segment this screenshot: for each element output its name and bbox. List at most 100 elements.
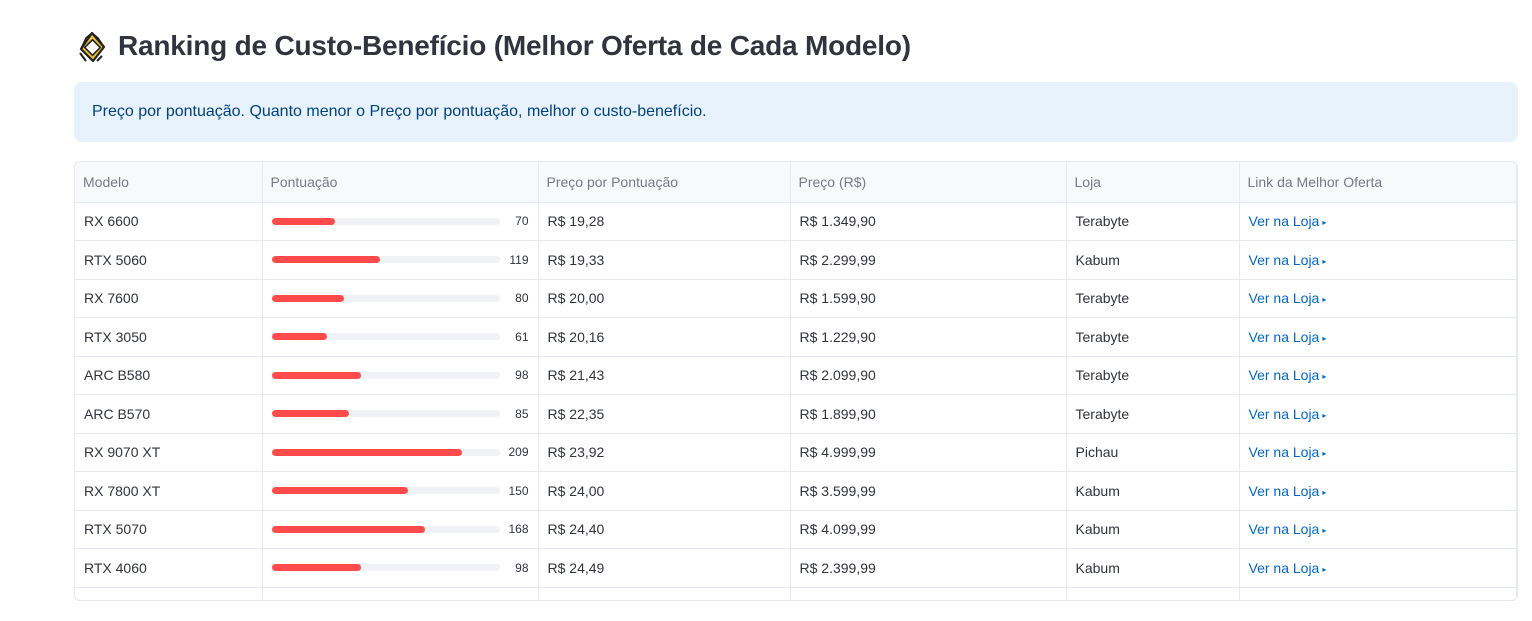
page-title: Ranking de Custo-Benefício (Melhor Ofert…	[118, 30, 911, 61]
store-cell: Kabum	[1066, 548, 1240, 588]
store-link[interactable]: Ver na Loja	[1249, 329, 1320, 345]
store-link[interactable]: Ver na Loja	[1249, 367, 1320, 383]
link-cell: Ver na Loja ▸	[1239, 510, 1517, 549]
score-bar	[271, 410, 500, 418]
score-value: 168	[508, 522, 529, 537]
partial-cell	[538, 587, 791, 600]
store-link[interactable]: Ver na Loja	[1249, 406, 1320, 422]
store-link[interactable]: Ver na Loja	[1249, 213, 1320, 229]
column-header-pontuacao[interactable]: Pontuação	[262, 162, 539, 203]
link-cell: Ver na Loja ▸	[1239, 317, 1517, 357]
model-cell: RX 6600	[75, 202, 263, 241]
score-bar-fill	[271, 525, 425, 533]
price-per-score-cell: R$ 19,28	[538, 202, 791, 241]
store-link[interactable]: Ver na Loja	[1249, 560, 1320, 576]
arrow-right-icon: ▸	[1322, 218, 1327, 228]
score-value: 98	[515, 368, 529, 383]
model-cell: RX 7800 XT	[75, 471, 263, 511]
score-value: 85	[515, 406, 529, 421]
link-cell: Ver na Loja ▸	[1239, 356, 1517, 395]
table-row[interactable]: RTX 5060 119 R$ 19,33 R$ 2.299,99 Kabum Ver n…	[75, 240, 1517, 280]
arrow-right-icon: ▸	[1322, 526, 1327, 536]
store-cell: Kabum	[1066, 510, 1240, 549]
price-cell: R$ 4.099,99	[790, 510, 1067, 549]
score-cell: 61	[262, 317, 539, 357]
table-header-row: Modelo Pontuação Preço por Pontuação Pre…	[75, 162, 1517, 203]
store-cell: Pichau	[1066, 433, 1240, 472]
column-header-preco-por-pontuacao[interactable]: Preço por Pontuação	[538, 162, 791, 203]
score-cell: 119	[262, 240, 539, 280]
score-bar-fill	[271, 217, 336, 225]
partial-cell	[262, 587, 539, 600]
store-link[interactable]: Ver na Loja	[1249, 483, 1320, 499]
arrow-right-icon: ▸	[1322, 372, 1327, 382]
column-header-modelo[interactable]: Modelo	[75, 162, 263, 203]
score-value: 70	[515, 214, 529, 229]
model-cell: RTX 5060	[75, 240, 263, 280]
table-row[interactable]: RX 7800 XT 150 R$ 24,00 R$ 3.599,99 Kabum Ver…	[75, 471, 1517, 511]
store-link[interactable]: Ver na Loja	[1249, 444, 1320, 460]
partial-cell	[790, 587, 1067, 600]
store-link[interactable]: Ver na Loja	[1249, 290, 1320, 306]
model-cell: RTX 5070	[75, 510, 263, 549]
medal-diamond-icon	[79, 31, 106, 63]
price-cell: R$ 1.229,90	[790, 317, 1067, 357]
store-cell: Terabyte	[1066, 279, 1240, 318]
price-per-score-cell: R$ 24,49	[538, 548, 791, 588]
table-row[interactable]: ARC B570 85 R$ 22,35 R$ 1.899,90 Terabyte Ver…	[75, 394, 1517, 434]
score-cell: 80	[262, 279, 539, 318]
column-header-loja[interactable]: Loja	[1066, 162, 1240, 203]
column-header-link[interactable]: Link da Melhor Oferta	[1239, 162, 1517, 203]
price-cell: R$ 2.399,99	[790, 548, 1067, 588]
score-bar-fill	[271, 371, 361, 379]
store-link[interactable]: Ver na Loja	[1249, 521, 1320, 537]
score-bar-fill	[271, 564, 361, 572]
score-bar	[271, 217, 500, 225]
link-cell: Ver na Loja ▸	[1239, 279, 1517, 318]
score-cell: 98	[262, 356, 539, 395]
link-cell: Ver na Loja ▸	[1239, 394, 1517, 434]
ranking-table[interactable]: Modelo Pontuação Preço por Pontuação Pre…	[74, 161, 1518, 601]
model-cell: ARC B570	[75, 394, 263, 434]
model-cell: RX 9070 XT	[75, 433, 263, 472]
score-cell: 98	[262, 548, 539, 588]
table-row[interactable]: ARC B580 98 R$ 21,43 R$ 2.099,90 Terabyte Ver…	[75, 356, 1517, 395]
column-header-preco[interactable]: Preço (R$)	[790, 162, 1067, 203]
table-row[interactable]: RX 7600 80 R$ 20,00 R$ 1.599,90 Terabyte Ver …	[75, 279, 1517, 318]
model-cell: RTX 4060	[75, 548, 263, 588]
score-value: 61	[515, 329, 529, 344]
table-row[interactable]: RX 9070 XT 209 R$ 23,92 R$ 4.999,99 Pichau Ve…	[75, 433, 1517, 472]
table-row[interactable]: RX 6600 70 R$ 19,28 R$ 1.349,90 Terabyte Ver …	[75, 202, 1517, 241]
arrow-right-icon: ▸	[1322, 564, 1327, 574]
page-header: Ranking de Custo-Benefício (Melhor Ofert…	[76, 26, 911, 66]
price-cell: R$ 3.599,99	[790, 471, 1067, 511]
score-bar	[271, 333, 500, 341]
store-link[interactable]: Ver na Loja	[1249, 252, 1320, 268]
table-row[interactable]: RTX 3050 61 R$ 20,16 R$ 1.229,90 Terabyte Ver…	[75, 317, 1517, 357]
price-cell: R$ 2.299,99	[790, 240, 1067, 280]
store-cell: Kabum	[1066, 240, 1240, 280]
score-bar	[271, 487, 500, 495]
arrow-right-icon: ▸	[1322, 410, 1327, 420]
table-row[interactable]: RTX 5070 168 R$ 24,40 R$ 4.099,99 Kabum Ver n…	[75, 510, 1517, 549]
store-cell: Terabyte	[1066, 394, 1240, 434]
store-cell: Terabyte	[1066, 317, 1240, 357]
table-row[interactable]: RTX 4060 98 R$ 24,49 R$ 2.399,99 Kabum Ver na…	[75, 548, 1517, 588]
model-cell: RTX 3050	[75, 317, 263, 357]
price-per-score-cell: R$ 21,43	[538, 356, 791, 395]
score-bar-fill	[271, 294, 345, 302]
partial-cell	[1239, 587, 1517, 600]
partial-cell	[75, 587, 263, 600]
score-bar	[271, 256, 500, 264]
price-per-score-cell: R$ 22,35	[538, 394, 791, 434]
score-bar	[271, 448, 500, 456]
price-per-score-cell: R$ 24,40	[538, 510, 791, 549]
link-cell: Ver na Loja ▸	[1239, 240, 1517, 280]
score-cell: 168	[262, 510, 539, 549]
link-cell: Ver na Loja ▸	[1239, 471, 1517, 511]
score-value: 209	[508, 445, 529, 460]
price-cell: R$ 1.899,90	[790, 394, 1067, 434]
score-bar-fill	[271, 448, 463, 456]
score-bar	[271, 371, 500, 379]
table-body: RX 6600 70 R$ 19,28 R$ 1.349,90 Terabyte Ver …	[75, 202, 1517, 600]
